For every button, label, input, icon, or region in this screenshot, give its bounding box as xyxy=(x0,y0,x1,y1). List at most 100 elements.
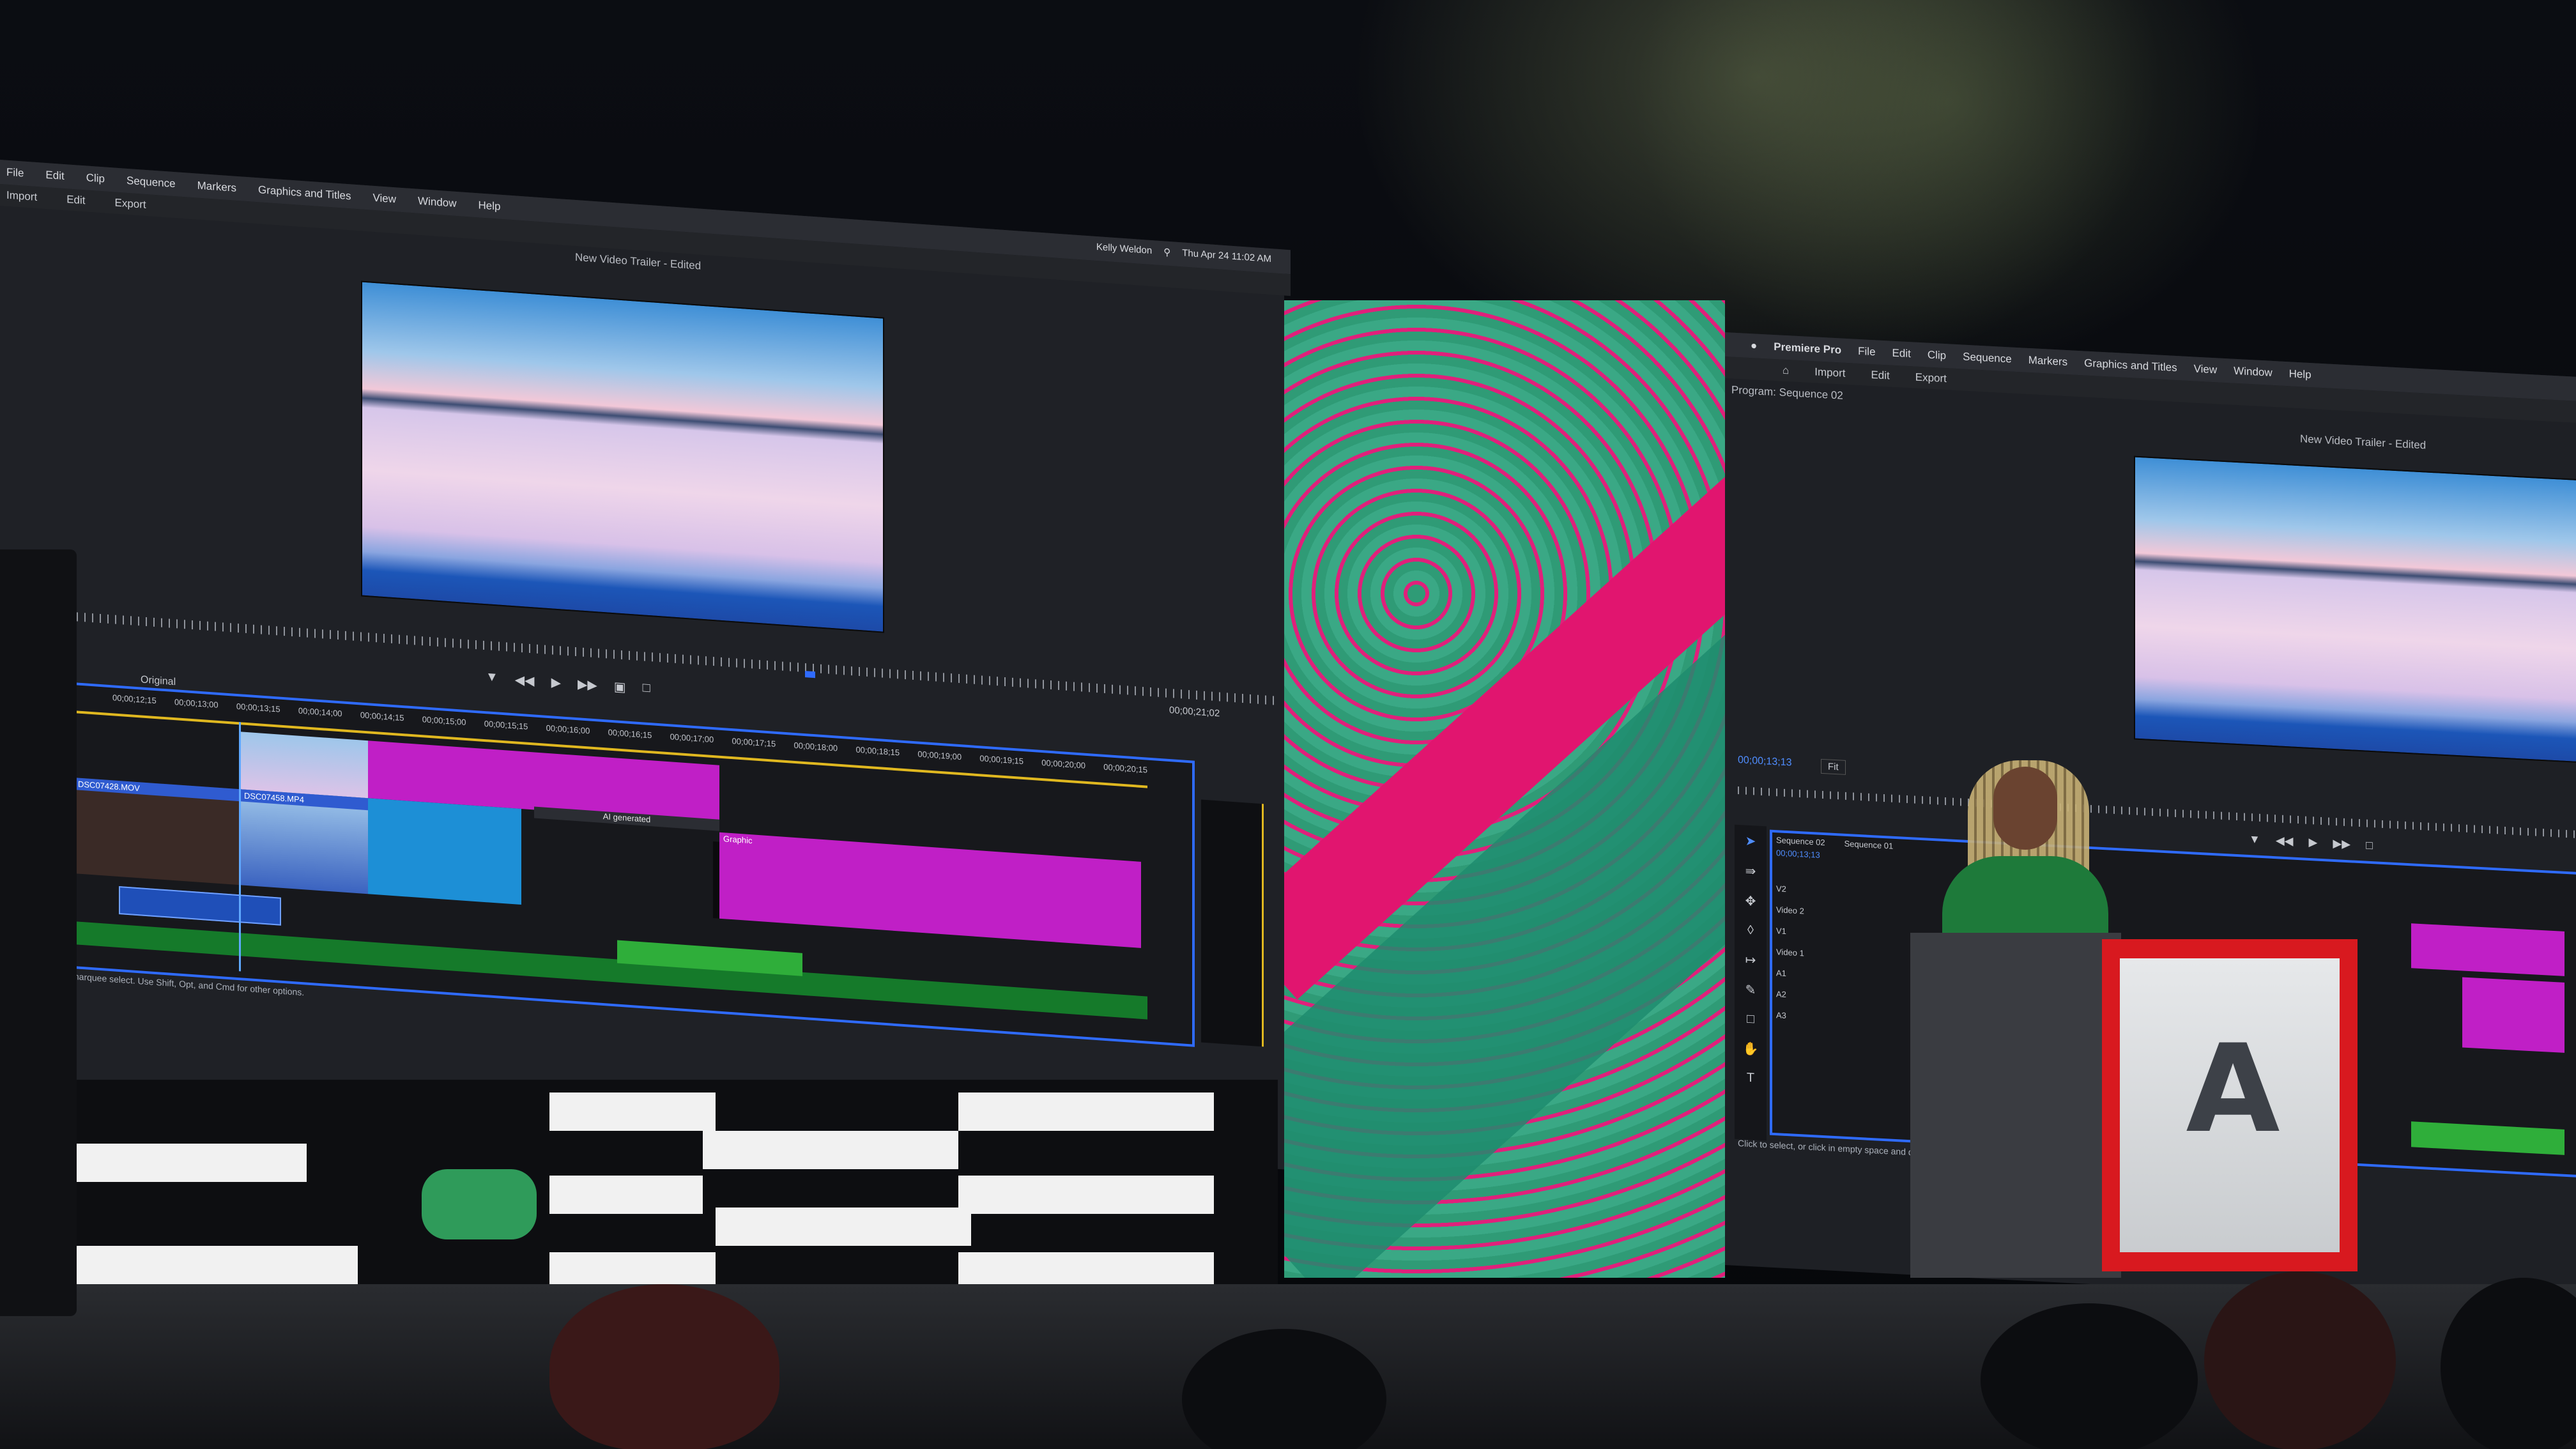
menu-sequence[interactable]: Sequence xyxy=(126,174,176,190)
audio-meter xyxy=(1201,799,1264,1047)
track-a1[interactable]: A1 xyxy=(1776,968,1910,985)
step-back-icon[interactable]: ◀◀ xyxy=(515,671,535,689)
type-tool-icon[interactable]: T xyxy=(1747,1071,1754,1086)
step-forward-icon[interactable]: ▶▶ xyxy=(2333,837,2350,851)
lift-icon[interactable]: ▣ xyxy=(614,678,626,695)
selection-tool-icon[interactable]: ➤ xyxy=(1745,833,1756,850)
video-clip-top[interactable] xyxy=(240,732,368,799)
ruler-tick: 00;00;13;15 xyxy=(236,701,280,714)
mark-in-icon[interactable]: ▼ xyxy=(2249,832,2260,847)
mode-export[interactable]: Export xyxy=(1915,371,1947,386)
ruler-tick: 00;00;13;00 xyxy=(174,697,218,710)
clip-thumb-b[interactable]: DSC07458.MP4 xyxy=(240,789,368,894)
generated-clip[interactable] xyxy=(2411,923,2564,976)
scrub-ruler[interactable] xyxy=(77,612,1278,705)
tab-sequence-01[interactable]: Sequence 01 xyxy=(1844,839,1894,851)
playhead-marker[interactable] xyxy=(805,671,815,678)
ripple-edit-icon[interactable]: ✥ xyxy=(1745,893,1756,910)
search-icon[interactable]: ⚲ xyxy=(1163,246,1170,258)
ruler-tick: 00;00;14;15 xyxy=(360,710,404,723)
ruler-tick: 00;00;17;00 xyxy=(670,732,714,745)
menu-help[interactable]: Help xyxy=(479,199,501,213)
track-v1[interactable]: V1 xyxy=(1776,926,1910,942)
checker-cell xyxy=(703,1131,958,1169)
mode-edit[interactable]: Edit xyxy=(1871,369,1889,383)
program-timecode: 00;00;21;02 xyxy=(1169,704,1220,719)
track-headers: V2 Video 2 V1 Video 1 A1 A2 A3 xyxy=(1776,884,1910,1027)
step-back-icon[interactable]: ◀◀ xyxy=(2276,834,2294,848)
track-a3[interactable]: A3 xyxy=(1776,1010,1910,1027)
track-a2[interactable]: A2 xyxy=(1776,989,1910,1006)
checker-graphic xyxy=(64,1080,1278,1291)
razor-icon[interactable]: ◊ xyxy=(1747,923,1754,939)
menu-clip[interactable]: Clip xyxy=(1928,349,1946,363)
mode-import[interactable]: Import xyxy=(1814,365,1845,380)
menu-file[interactable]: File xyxy=(1858,345,1875,358)
transport-controls: ▼ ◀◀ ▶ ▶▶ □ xyxy=(2249,832,2373,852)
ruler-tick: 00;00;12;15 xyxy=(112,693,157,706)
rectangle-icon[interactable]: □ xyxy=(1747,1012,1754,1027)
adobe-logo: A xyxy=(2186,1018,2280,1160)
apple-icon[interactable]: ● xyxy=(1751,339,1757,353)
ruler-tick: 00;00;14;00 xyxy=(298,705,342,719)
menu-markers[interactable]: Markers xyxy=(197,180,236,195)
step-forward-icon[interactable]: ▶▶ xyxy=(578,676,597,693)
stage-scene: File Edit Clip Sequence Markers Graphics… xyxy=(0,0,2576,1449)
play-icon[interactable]: ▶ xyxy=(2309,836,2318,850)
mark-in-icon[interactable]: ▼ xyxy=(486,670,498,686)
export-frame-icon[interactable]: □ xyxy=(2366,839,2373,853)
audience-head xyxy=(549,1284,779,1449)
blue-clip[interactable] xyxy=(368,798,521,905)
tab-sequence-02[interactable]: Sequence 02 xyxy=(1776,835,1825,847)
ruler-tick: 00;00;15;15 xyxy=(484,718,528,732)
slip-icon[interactable]: ↦ xyxy=(1745,952,1756,969)
menu-help[interactable]: Help xyxy=(2289,367,2312,381)
menu-edit[interactable]: Edit xyxy=(45,169,64,183)
pen-icon[interactable]: ✎ xyxy=(1745,982,1756,999)
mode-import[interactable]: Import xyxy=(6,189,37,204)
mode-export[interactable]: Export xyxy=(114,197,146,211)
podium xyxy=(1910,933,2121,1278)
ruler-tick: 00;00;19;15 xyxy=(979,753,1024,767)
graphic-clip[interactable] xyxy=(2462,977,2564,1053)
ruler-tick: 00;00;20;00 xyxy=(1041,758,1085,770)
menu-markers[interactable]: Markers xyxy=(2028,354,2067,369)
hand-icon[interactable]: ✋ xyxy=(1743,1040,1759,1057)
program-panel-title: Program: Sequence 02 xyxy=(1731,383,1843,402)
audio-clip[interactable] xyxy=(2411,1121,2564,1155)
selection-box[interactable] xyxy=(119,886,281,926)
menu-edit[interactable]: Edit xyxy=(1892,347,1911,361)
timeline-playhead[interactable] xyxy=(239,722,241,972)
zoom-select[interactable]: Fit xyxy=(1821,758,1846,775)
menu-clip[interactable]: Clip xyxy=(86,171,105,185)
center-art-panel xyxy=(1284,300,1725,1278)
audience-head xyxy=(1981,1303,2198,1449)
menu-file[interactable]: File xyxy=(6,166,24,180)
checker-cell xyxy=(958,1176,1214,1214)
mode-edit[interactable]: Edit xyxy=(66,193,85,207)
ruler-tick: 00;00;16;00 xyxy=(546,723,590,736)
menu-app[interactable]: Premiere Pro xyxy=(1774,341,1841,357)
menu-sequence[interactable]: Sequence xyxy=(1963,351,2012,366)
menu-window[interactable]: Window xyxy=(2234,365,2272,379)
program-monitor-frame xyxy=(2134,456,2576,763)
checker-cell xyxy=(64,1144,307,1182)
clip-thumb-a[interactable]: DSC07428.MOV xyxy=(74,778,240,885)
home-icon[interactable]: ⌂ xyxy=(1782,364,1789,378)
scrub-ruler[interactable] xyxy=(1738,786,2575,838)
track-v2[interactable]: V2 xyxy=(1776,884,1910,900)
export-frame-icon[interactable]: □ xyxy=(643,680,650,697)
menu-graphics[interactable]: Graphics and Titles xyxy=(2084,356,2177,374)
checker-cell xyxy=(716,1208,971,1246)
menu-view[interactable]: View xyxy=(2194,362,2218,376)
clock: Thu Apr 24 11:02 AM xyxy=(1182,247,1271,265)
menu-view[interactable]: View xyxy=(373,192,397,206)
menu-window[interactable]: Window xyxy=(418,195,456,210)
presenter-head xyxy=(1993,767,2057,850)
menu-graphics[interactable]: Graphics and Titles xyxy=(258,183,351,203)
track-select-icon[interactable]: ⇛ xyxy=(1745,863,1756,880)
play-icon[interactable]: ▶ xyxy=(551,674,561,691)
ruler-tick: 00;00;19;00 xyxy=(917,749,962,762)
speaker-stack xyxy=(0,549,77,1316)
graphic-clip[interactable]: Graphic xyxy=(719,832,1141,948)
